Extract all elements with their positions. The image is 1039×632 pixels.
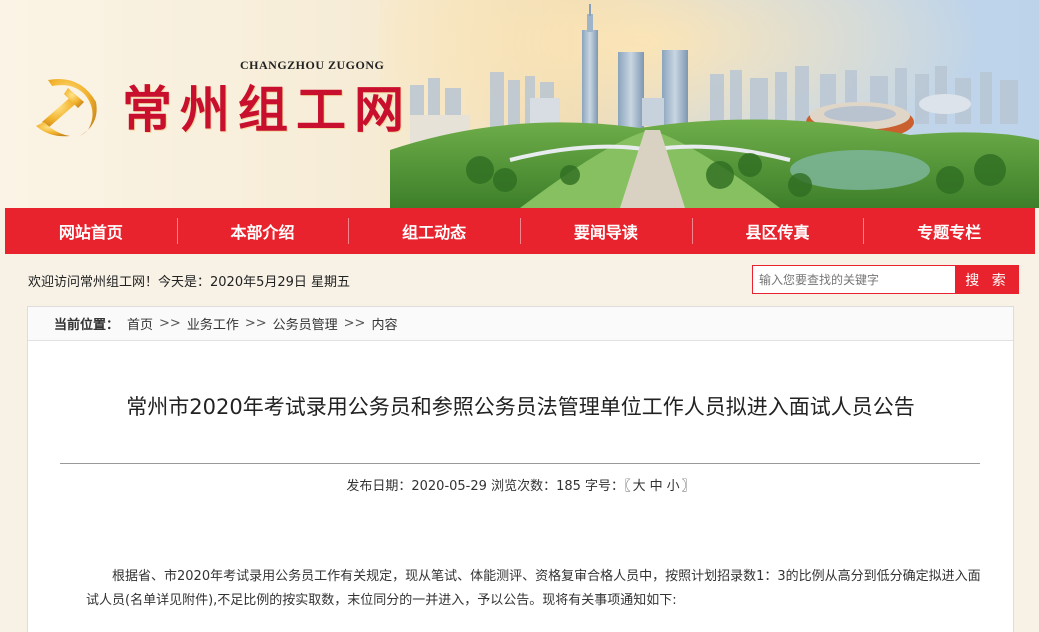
city-skyline-image: [390, 4, 1039, 208]
header-banner: CHANGZHOU ZUGONG 常州组工网: [0, 0, 1039, 208]
main-nav: 网站首页 本部介绍 组工动态 要闻导读 县区传真 专题专栏: [5, 208, 1035, 254]
article-meta: 发布日期：2020-05-29 浏览次数：185 字号：〖大中小〗: [28, 475, 1013, 494]
nav-item-headlines[interactable]: 要闻导读: [520, 208, 692, 254]
views-label: 浏览次数：: [491, 479, 557, 494]
breadcrumb-home-link[interactable]: 首页: [127, 314, 153, 333]
font-size-close-bracket: 〗: [681, 479, 695, 494]
nav-item-special-topics[interactable]: 专题专栏: [863, 208, 1035, 254]
view-count: 185: [556, 479, 581, 494]
breadcrumb: 当前位置： 首页 >> 业务工作 >> 公务员管理 >> 内容: [28, 307, 1013, 341]
publish-date: 2020-05-29: [411, 479, 487, 494]
font-size-large-link[interactable]: 大: [633, 479, 646, 494]
search-button[interactable]: 搜 索: [956, 265, 1019, 294]
search-input[interactable]: [752, 265, 956, 294]
breadcrumb-business-link[interactable]: 业务工作: [187, 314, 239, 333]
breadcrumb-current: 内容: [371, 318, 398, 333]
content-panel: 当前位置： 首页 >> 业务工作 >> 公务员管理 >> 内容 常州市2020年…: [27, 306, 1014, 632]
site-title: 常州组工网: [122, 80, 412, 139]
font-size-label: 字号：: [585, 479, 625, 494]
breadcrumb-civil-servant-link[interactable]: 公务员管理: [273, 314, 338, 333]
breadcrumb-separator: >>: [343, 316, 366, 331]
welcome-date-text: 欢迎访问常州组工网！今天是：2020年5月29日 星期五: [28, 275, 351, 290]
nav-item-about[interactable]: 本部介绍: [176, 208, 349, 254]
article-title: 常州市2020年考试录用公务员和参照公务员法管理单位工作人员拟进入面试人员公告: [126, 395, 915, 419]
site-logo[interactable]: CHANGZHOU ZUGONG 常州组工网: [30, 58, 404, 152]
nav-item-county-reports[interactable]: 县区传真: [691, 208, 864, 254]
breadcrumb-separator: >>: [159, 316, 181, 331]
publish-date-label: 发布日期：: [346, 479, 412, 494]
nav-item-home[interactable]: 网站首页: [5, 208, 177, 254]
article-body-paragraph: 根据省、市2020年考试录用公务员工作有关规定，现从笔试、体能测评、资格复审合格…: [86, 569, 981, 608]
breadcrumb-separator: >>: [244, 316, 267, 331]
nav-item-news[interactable]: 组工动态: [348, 208, 520, 254]
party-emblem-icon: [36, 78, 97, 137]
font-size-open-bracket: 〖: [624, 479, 631, 494]
font-size-medium-link[interactable]: 中: [650, 479, 663, 494]
font-size-small-link[interactable]: 小: [667, 479, 680, 494]
breadcrumb-label: 当前位置：: [54, 318, 120, 333]
title-divider: [60, 463, 980, 464]
